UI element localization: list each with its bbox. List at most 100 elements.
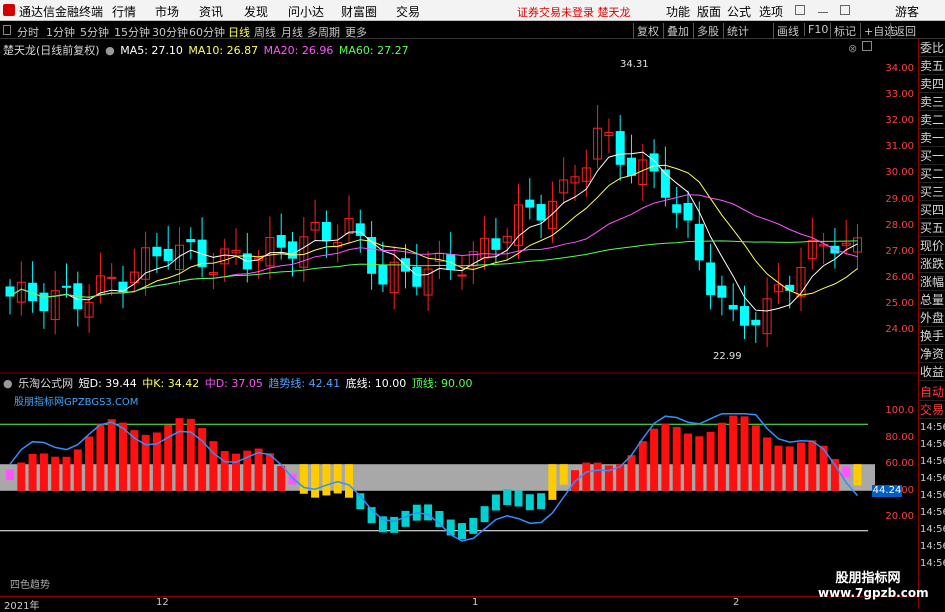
site-watermark: 股朋指标网 www.7gpzb.com: [818, 572, 929, 601]
period-1min[interactable]: 1分钟: [46, 24, 75, 40]
candle-body: [536, 204, 546, 221]
stock-info-line: 楚天龙(日线前复权) ● MA5: 27.10 MA10: 26.87 MA20…: [3, 42, 411, 58]
tick-time: 14:56: [920, 422, 945, 433]
chart-maximize-icon[interactable]: [862, 41, 872, 51]
indicator-bar: [254, 448, 263, 491]
indicator-tick: 80.00: [885, 431, 914, 443]
login-warning[interactable]: 证券交易未登录 楚天龙: [517, 4, 631, 20]
period-weekly[interactable]: 周线: [254, 24, 276, 40]
indicator-bar: [774, 445, 783, 491]
indicator-bar: [672, 427, 681, 491]
menu-markets[interactable]: 市场: [155, 3, 179, 20]
period-daily[interactable]: 日线: [228, 24, 250, 40]
menu-function[interactable]: 功能: [666, 3, 690, 20]
quote-field-18: 收益: [919, 365, 945, 381]
indicator-bar: [559, 464, 568, 485]
quote-field-10: 买五: [919, 221, 945, 237]
indicator-bar: [51, 456, 60, 491]
indicator-bar: [107, 419, 116, 491]
period-60min[interactable]: 60分钟: [189, 24, 225, 40]
current-indicator-value: 44.24: [872, 485, 902, 497]
menu-news[interactable]: 资讯: [199, 3, 223, 20]
price-tick: 34.00: [885, 63, 914, 74]
period-monthly[interactable]: 月线: [281, 24, 303, 40]
close-chart-icon[interactable]: ⊗: [848, 42, 857, 55]
price-tick: 30.00: [885, 167, 914, 179]
tick-time: 14:56: [920, 473, 945, 484]
indicator-bar: [797, 442, 805, 491]
menu-trade[interactable]: 交易: [396, 3, 420, 20]
tick-time: 14:56: [920, 541, 945, 552]
date-tick: 2: [733, 597, 740, 608]
indicator-bar: [469, 517, 478, 534]
quote-field-7: 买二: [919, 167, 945, 183]
indicator-bar: [62, 456, 71, 491]
indicator-bar: [729, 415, 738, 491]
right-quote-panel: 委比 卖五 卖四 卖三 卖二 卖一 买一 买二 买三 买四 买五 现价 涨跌 涨幅 总量 外盘 换手 净资 收益 自…: [918, 39, 945, 609]
maximize-icon[interactable]: [840, 5, 850, 15]
tool-adjust[interactable]: 复权: [633, 23, 662, 39]
collapse-icon[interactable]: [3, 25, 11, 35]
date-tick: 2021年: [4, 601, 40, 612]
minimize-icon[interactable]: [818, 5, 828, 13]
menu-wealth[interactable]: 财富圈: [341, 3, 377, 20]
menu-layout[interactable]: 版面: [697, 3, 721, 20]
indicator-bar: [763, 437, 772, 491]
period-more[interactable]: 更多: [345, 24, 367, 40]
tick-time: 14:56: [920, 558, 945, 569]
indicator-bar: [152, 432, 161, 491]
candle-body: [740, 306, 749, 326]
indicator-bar: [537, 493, 546, 510]
tool-multistock[interactable]: 多股: [693, 23, 722, 39]
candle-body: [706, 262, 716, 296]
guest-label[interactable]: 游客: [895, 3, 919, 20]
candle-body: [378, 264, 388, 285]
indicator-bar: [650, 428, 659, 491]
menu-bar: 通达信金融终端 行情 市场 资讯 发现 问小达 财富圈 交易 证券交易未登录 楚…: [0, 0, 945, 21]
menu-ask[interactable]: 问小达: [288, 3, 324, 20]
indicator-bar: [119, 422, 127, 491]
period-15min[interactable]: 15分钟: [114, 24, 150, 40]
ma10-value: MA10: 26.87: [188, 44, 259, 57]
site-watermark-url: www.7gpzb.com: [818, 586, 929, 600]
menu-formula[interactable]: 公式: [727, 3, 751, 20]
auto-button[interactable]: 自动: [919, 383, 945, 401]
indicator-bar: [661, 423, 670, 491]
tick-time: 14:56: [920, 524, 945, 535]
tool-stats[interactable]: 统计: [723, 23, 752, 39]
tool-back[interactable]: 返回: [890, 23, 919, 39]
indicator-bar: [277, 465, 286, 491]
restore-icon[interactable]: [795, 5, 805, 15]
candle-body: [717, 285, 727, 298]
indicator-bar: [424, 504, 433, 521]
period-intraday[interactable]: 分时: [17, 24, 39, 40]
indicator-bar: [785, 446, 794, 491]
tool-overlay[interactable]: 叠加: [663, 23, 692, 39]
indicator-bar: [220, 451, 229, 491]
menu-discover[interactable]: 发现: [244, 3, 268, 20]
indicator-bar: [695, 436, 704, 491]
menu-market[interactable]: 行情: [112, 3, 136, 20]
period-multi[interactable]: 多周期: [307, 24, 340, 40]
period-30min[interactable]: 30分钟: [152, 24, 188, 40]
period-5min[interactable]: 5分钟: [80, 24, 109, 40]
indicator-settings-icon[interactable]: ●: [3, 377, 13, 390]
candle-body: [118, 281, 128, 293]
indicator-bar: [322, 464, 331, 496]
candle-body: [615, 131, 625, 165]
quote-field-4: 卖二: [919, 113, 945, 129]
indicator-bar: [853, 464, 862, 486]
indicator-bar: [638, 441, 647, 491]
trade-button[interactable]: 交易: [919, 401, 945, 419]
indicator-bar: [401, 510, 410, 527]
indicator-bar: [209, 441, 218, 491]
tool-mark[interactable]: 标记: [830, 23, 859, 39]
indicator-bar: [198, 428, 207, 491]
indicator-bar: [175, 418, 184, 491]
candle-body: [751, 319, 761, 326]
kline-chart[interactable]: [0, 39, 918, 596]
menu-options[interactable]: 选项: [759, 3, 783, 20]
tool-draw[interactable]: 画线: [773, 23, 802, 39]
tool-f10[interactable]: F10: [804, 23, 831, 36]
settings-dot-icon[interactable]: ●: [105, 44, 115, 57]
